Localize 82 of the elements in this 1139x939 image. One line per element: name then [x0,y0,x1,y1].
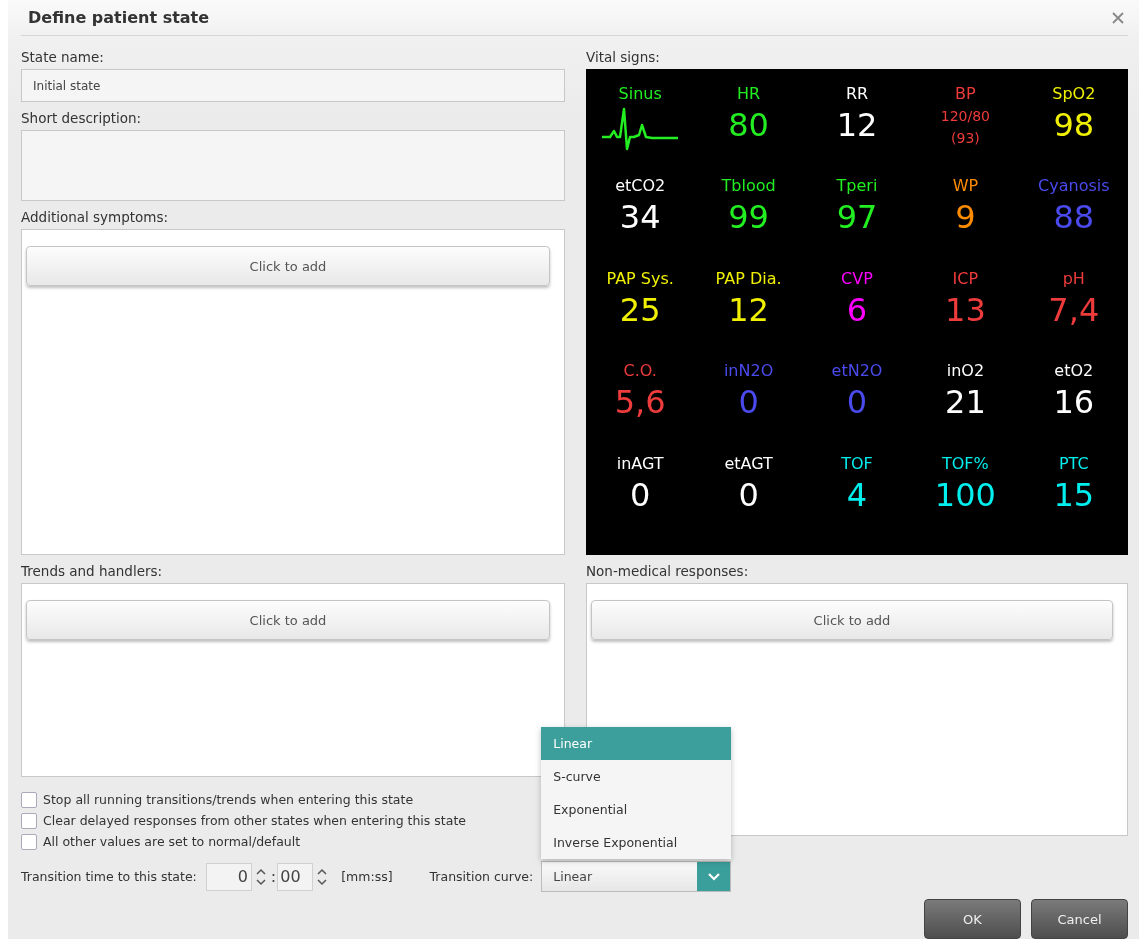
dropdown-option[interactable]: S-curve [541,760,732,793]
checkbox[interactable] [21,833,37,850]
vital-mean-value: (93) [951,129,980,148]
vital-value: 88 [1053,197,1095,238]
vital-label: C.O. [623,360,657,383]
vital-value: 13 [945,289,986,330]
field-label: Short description: [21,109,143,128]
dialog-title: Define patient state [28,8,210,27]
vital-value: 6 [846,289,868,330]
section-label: Vital signs: [586,48,661,67]
vital-label: Cyanosis [1038,175,1110,198]
vital-label: CVP [841,267,873,290]
text-area[interactable] [21,130,565,201]
section-label: Non-medical responses: [586,562,750,581]
checkbox[interactable] [21,791,37,808]
dropdown-option[interactable]: Exponential [541,793,732,826]
vital-label: HR [737,83,761,105]
vital-value: 16 [1053,382,1095,423]
vital-value: 7,4 [1048,289,1100,330]
text-field[interactable]: Initial state [21,69,565,102]
add-button[interactable]: Click to add [26,600,550,640]
vital-value: 100 [934,474,996,515]
vital-value: 97 [836,197,878,238]
vital-label: etCO2 [615,175,666,198]
vital-value: 25 [619,289,661,330]
vital-label: TOF [841,452,873,475]
minutes-field[interactable]: 0 [205,862,252,891]
vital-value: 0 [738,474,759,515]
vital-value: 0 [846,382,868,423]
vital-value: 12 [728,289,769,330]
vital-label: RR [845,83,869,105]
dialog-button[interactable]: OK [924,899,1021,939]
vital-value: 98 [1053,105,1095,145]
vital-label: Sinus [618,83,662,105]
field-label: Transition curve: [429,869,534,884]
add-button[interactable]: Click to add [591,600,1113,640]
checkbox-label: All other values are set to normal/default [43,834,301,849]
vital-value: 5,6 [614,382,666,423]
vital-value: 99 [728,197,769,238]
vital-label: inO2 [946,360,985,383]
section-label: Additional symptoms: [21,208,170,227]
vital-label: ICP [952,267,979,290]
vital-value: 0 [738,382,759,423]
checkbox[interactable] [21,812,37,829]
vital-value: 0 [630,474,651,515]
vital-value: 21 [945,382,986,423]
vital-label: etO2 [1054,360,1094,383]
field-label: Transition time to this state: [21,869,197,884]
vital-label: WP [952,175,979,198]
vital-value: 12 [836,105,878,145]
unit-label: [mm:ss] [341,869,393,884]
vital-label: etAGT [724,452,773,475]
vital-label: Tblood [721,175,776,198]
curve-dropdown[interactable]: Linear [541,861,732,892]
vital-label: TOF% [942,452,989,475]
vital-label: PAP Dia. [715,267,782,290]
vital-label: etN2O [831,360,883,383]
vital-label: inN2O [723,360,774,383]
time-separator: : [269,867,278,886]
vital-label: Tperi [836,175,878,198]
vital-value: 80 [728,105,769,145]
vital-label: SpO2 [1052,83,1096,105]
vital-value: 15 [1053,474,1095,515]
vital-value: 9 [955,197,976,238]
vital-value: 4 [846,474,868,515]
field-label: State name: [21,48,105,67]
vital-value: 120/80 [940,107,990,126]
vital-label: pH [1062,267,1085,290]
vital-label: PAP Sys. [606,267,674,290]
close-icon[interactable] [1112,11,1124,24]
checkbox-label: Stop all running transitions/trends when entering this state [43,792,414,807]
chevron-down-icon [706,871,721,882]
vital-label: inAGT [616,452,664,475]
vital-label: BP [955,83,976,105]
dropdown-option[interactable]: Inverse Exponential [541,826,732,859]
seconds-field[interactable]: 00 [277,862,314,891]
vital-value: 34 [619,197,661,238]
dialog-button[interactable]: Cancel [1031,899,1128,939]
vital-label: PTC [1058,452,1089,475]
add-button[interactable]: Click to add [26,246,550,286]
checkbox-label: Clear delayed responses from other states when entering this state [43,813,466,828]
section-label: Trends and handlers: [21,562,164,581]
